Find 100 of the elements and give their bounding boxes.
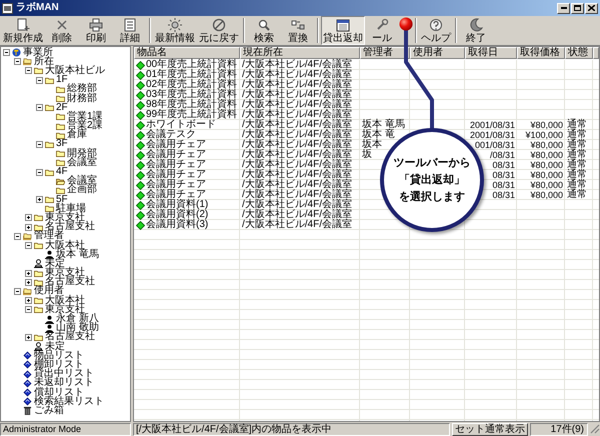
status-message: [/大阪本社ビル/4F/会議室]内の物品を表示中 xyxy=(133,423,450,436)
tree-item[interactable]: 企画部 xyxy=(67,185,97,196)
collapse-toggle-icon[interactable] xyxy=(36,104,43,112)
tree-item[interactable]: 倉庫 xyxy=(67,130,87,140)
folders-icon xyxy=(23,286,32,296)
tree-item[interactable]: 大阪本社 xyxy=(45,240,85,251)
minimize-button[interactable] xyxy=(557,2,570,14)
toolbar-button[interactable]: 新規作成 xyxy=(1,16,45,45)
collapse-toggle-icon[interactable] xyxy=(36,76,43,84)
table-cell: /大阪本社ビル/4F/会議室 xyxy=(242,160,352,170)
table-cell: 通常 xyxy=(567,160,587,170)
tree-item[interactable]: 2F xyxy=(56,102,68,113)
moon-icon xyxy=(469,18,483,32)
resize-grip-icon[interactable] xyxy=(590,423,600,434)
toolbar-button[interactable]: 検索 xyxy=(247,16,281,45)
expand-toggle-icon[interactable] xyxy=(25,278,32,286)
table-cell: 会議用資料(1) xyxy=(146,200,208,210)
expand-toggle-icon[interactable] xyxy=(25,297,32,304)
table-cell: 通常 xyxy=(567,120,587,130)
tree-item[interactable]: 1F xyxy=(56,75,68,86)
table-cell: 通常 xyxy=(567,140,587,150)
window-title: ラボMAN xyxy=(16,2,59,14)
item-count: 17件(9) xyxy=(530,423,588,436)
expand-toggle-icon[interactable] xyxy=(25,334,32,341)
column-header[interactable]: 使用者 xyxy=(410,47,465,59)
expand-toggle-icon[interactable] xyxy=(25,214,32,222)
column-header[interactable]: 現在所在 xyxy=(240,47,360,59)
collapse-toggle-icon[interactable] xyxy=(3,49,10,56)
column-header[interactable]: 取得価格 xyxy=(517,47,565,59)
tree-item[interactable]: ごみ箱 xyxy=(34,406,64,416)
trash-icon xyxy=(23,406,32,416)
tree-item[interactable]: 未定 xyxy=(45,258,65,269)
printer-icon xyxy=(89,18,103,32)
toolbar-button[interactable]: 貸出返却 xyxy=(321,16,365,45)
tree-item[interactable]: 未定 xyxy=(45,342,65,352)
maximize-button[interactable] xyxy=(571,2,584,14)
toolbar-button[interactable]: ヘルプ xyxy=(419,16,453,45)
tree-item[interactable]: 会議室 xyxy=(67,158,97,168)
person-icon xyxy=(45,250,54,260)
tree-item[interactable]: 大阪本社ビル xyxy=(45,66,105,76)
table-cell: ¥80,000 xyxy=(530,150,563,160)
tree-item[interactable]: 4F xyxy=(56,167,68,178)
collapse-toggle-icon[interactable] xyxy=(25,242,32,250)
table-cell: 通常 xyxy=(567,170,587,180)
tree-item[interactable]: 棚卸リスト xyxy=(34,360,84,370)
table-cell: 001/08/31 xyxy=(474,140,515,150)
table-cell: 2001/08/31 xyxy=(470,120,515,130)
collapse-toggle-icon[interactable] xyxy=(14,232,21,240)
toolbar-button[interactable]: 詳細 xyxy=(113,16,147,45)
table-cell: /大阪本社ビル/4F/会議室 xyxy=(242,180,352,190)
callout-text: ツールバーから 「貸出返却」 を選択します xyxy=(394,156,470,204)
expand-toggle-icon[interactable] xyxy=(36,196,43,204)
collapse-toggle-icon[interactable] xyxy=(14,288,21,295)
table-cell: 通常 xyxy=(567,190,587,200)
collapse-toggle-icon[interactable] xyxy=(36,140,43,148)
column-header[interactable]: 物品名 xyxy=(134,47,240,59)
tree-item[interactable]: 開発部 xyxy=(67,148,97,159)
toolbar-button[interactable]: ール xyxy=(365,16,399,45)
toolbar-button[interactable]: 置換 xyxy=(281,16,315,45)
collapse-toggle-icon[interactable] xyxy=(25,306,32,314)
table-cell: 2001/08/31 xyxy=(470,130,515,140)
wrench-icon xyxy=(375,18,389,32)
collapse-toggle-icon[interactable] xyxy=(14,58,21,66)
table-cell: 01年度売上統計資料 xyxy=(146,70,238,80)
tree-item[interactable]: 所在 xyxy=(34,56,54,67)
toolbar-button[interactable]: 最新情報 xyxy=(153,16,197,45)
tree-item[interactable]: 駐車場 xyxy=(56,204,86,214)
column-header[interactable]: 管理者 xyxy=(360,47,410,59)
table-cell: /大阪本社ビル/4F/会議室 xyxy=(242,140,352,150)
tree-item[interactable]: 物品リスト xyxy=(34,350,84,361)
tree-item[interactable]: 財務部 xyxy=(67,94,97,104)
close-icon xyxy=(588,5,595,11)
column-header[interactable]: 取得日 xyxy=(465,47,517,59)
toolbar-button[interactable]: 終了 xyxy=(459,16,493,45)
tree-item[interactable]: 大阪本社 xyxy=(45,296,85,306)
sun-icon xyxy=(168,18,182,32)
table-cell: ¥80,000 xyxy=(530,170,563,180)
expand-toggle-icon[interactable] xyxy=(25,224,32,231)
column-header[interactable]: 状態 xyxy=(565,47,593,59)
collapse-toggle-icon[interactable] xyxy=(25,67,32,74)
toolbar-button[interactable]: 元に戻す xyxy=(197,16,241,45)
close-button[interactable] xyxy=(585,2,598,14)
table-cell: 会議用チェア xyxy=(146,190,206,200)
status-button[interactable]: セット通常表示 xyxy=(452,423,528,436)
collapse-toggle-icon[interactable] xyxy=(36,168,43,176)
status-mode: Administrator Mode xyxy=(0,423,131,436)
tree-item[interactable]: 使用者 xyxy=(34,286,64,296)
table-cell: 会議用チェア xyxy=(146,150,206,160)
table-cell: ¥100,000 xyxy=(525,130,563,140)
folder-icon xyxy=(34,332,43,342)
tree-item[interactable]: 3F xyxy=(56,139,68,150)
tree-item[interactable]: 営業1課 xyxy=(67,112,103,122)
tree-item[interactable]: 管理者 xyxy=(34,231,64,242)
toolbar-button[interactable]: 印刷 xyxy=(79,16,113,45)
table-cell: 通常 xyxy=(567,150,587,160)
tree-item[interactable]: 検索結果リスト xyxy=(34,396,104,407)
toolbar-button[interactable]: 削除 xyxy=(45,16,79,45)
list-icon xyxy=(123,18,137,32)
table-cell: /大阪本社ビル/4F/会議室 xyxy=(242,200,352,210)
expand-toggle-icon[interactable] xyxy=(25,270,32,277)
